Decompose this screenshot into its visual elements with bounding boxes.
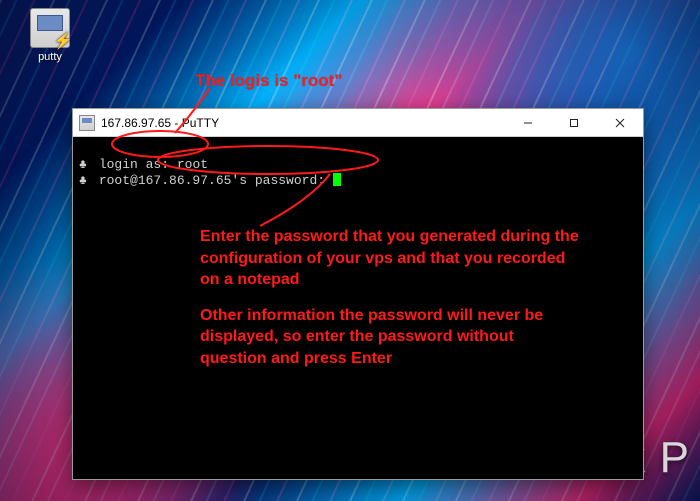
window-minimize-button[interactable] (505, 109, 551, 136)
login-prompt-label: login as: (99, 157, 169, 172)
putty-titlebar-icon (79, 115, 95, 131)
password-prompt-label: root@167.86.97.65's password: (99, 173, 325, 188)
login-username-value: root (177, 157, 208, 172)
prompt-icon: ♣ (79, 157, 91, 173)
terminal-cursor (333, 173, 341, 186)
desktop-shortcut-label: putty (20, 51, 80, 63)
putty-shortcut-icon (30, 8, 70, 48)
annotation-body-p2: Other information the password will neve… (200, 305, 580, 370)
window-maximize-button[interactable] (551, 109, 597, 136)
window-close-button[interactable] (597, 109, 643, 136)
desktop-shortcut-putty[interactable]: putty (20, 8, 80, 63)
annotation-body-p1: Enter the password that you generated du… (200, 226, 580, 291)
annotation-login-label: The logis is "root" (195, 70, 342, 93)
prompt-icon: ♣ (79, 173, 91, 189)
window-title: 167.86.97.65 - PuTTY (101, 116, 505, 130)
annotation-password-instructions: Enter the password that you generated du… (200, 226, 580, 370)
window-titlebar[interactable]: 167.86.97.65 - PuTTY (73, 109, 643, 137)
